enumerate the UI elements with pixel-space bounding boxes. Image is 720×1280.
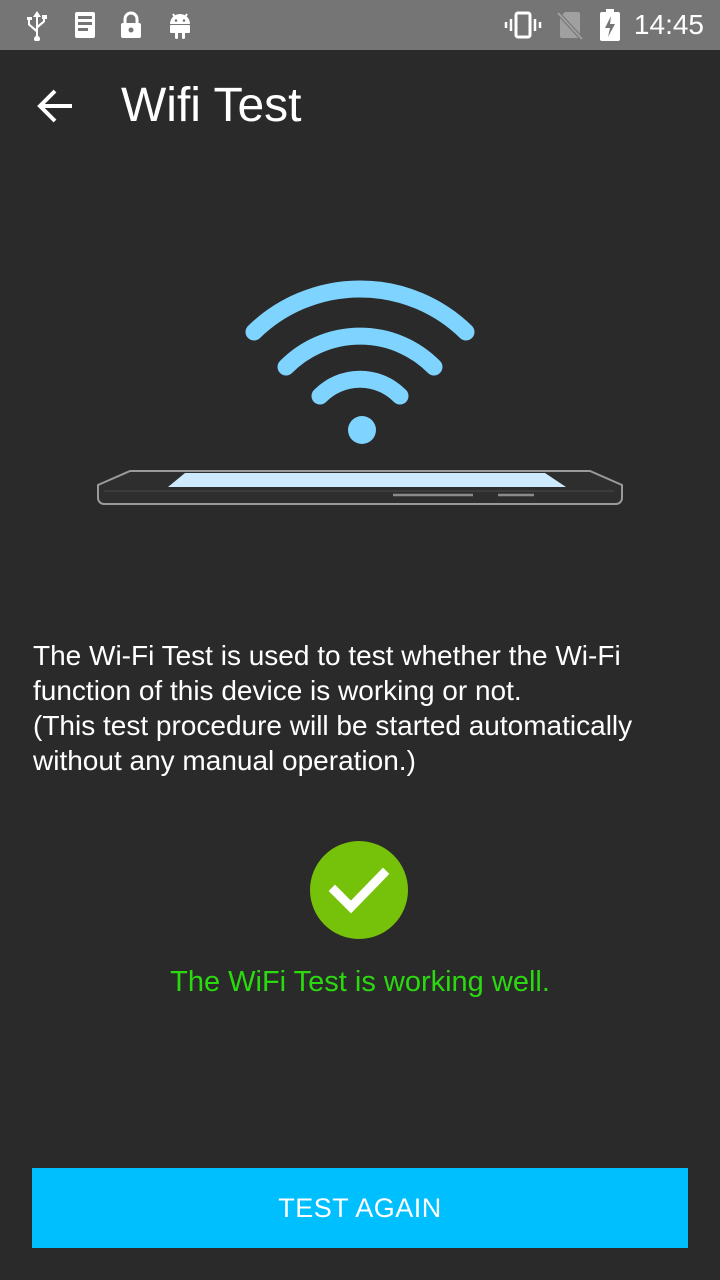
arrow-back-icon xyxy=(37,89,72,123)
app-bar: Wifi Test xyxy=(0,50,720,162)
status-bar: 14:45 xyxy=(0,0,720,50)
log-icon xyxy=(70,0,100,50)
no-sim-icon xyxy=(554,0,586,50)
phone-icon xyxy=(97,470,623,505)
check-circle-icon xyxy=(309,840,409,940)
result-text: The WiFi Test is working well. xyxy=(170,966,550,998)
battery-charging-icon xyxy=(596,0,624,50)
back-button[interactable] xyxy=(28,78,84,134)
wifi-illustration xyxy=(90,270,630,520)
lock-icon xyxy=(116,0,146,50)
description-note: (This test procedure will be started aut… xyxy=(33,710,633,776)
usb-icon xyxy=(22,0,52,50)
wifi-dot xyxy=(348,416,376,444)
status-time: 14:45 xyxy=(633,9,704,40)
description: The Wi-Fi Test is used to test whether t… xyxy=(33,638,693,778)
vibrate-icon xyxy=(504,0,542,50)
test-again-button[interactable]: TEST AGAIN xyxy=(32,1168,688,1248)
description-text: The Wi-Fi Test is used to test whether t… xyxy=(33,640,621,706)
page-title: Wifi Test xyxy=(121,79,302,132)
wifi-signal-icon xyxy=(245,280,475,405)
android-icon xyxy=(164,0,196,50)
